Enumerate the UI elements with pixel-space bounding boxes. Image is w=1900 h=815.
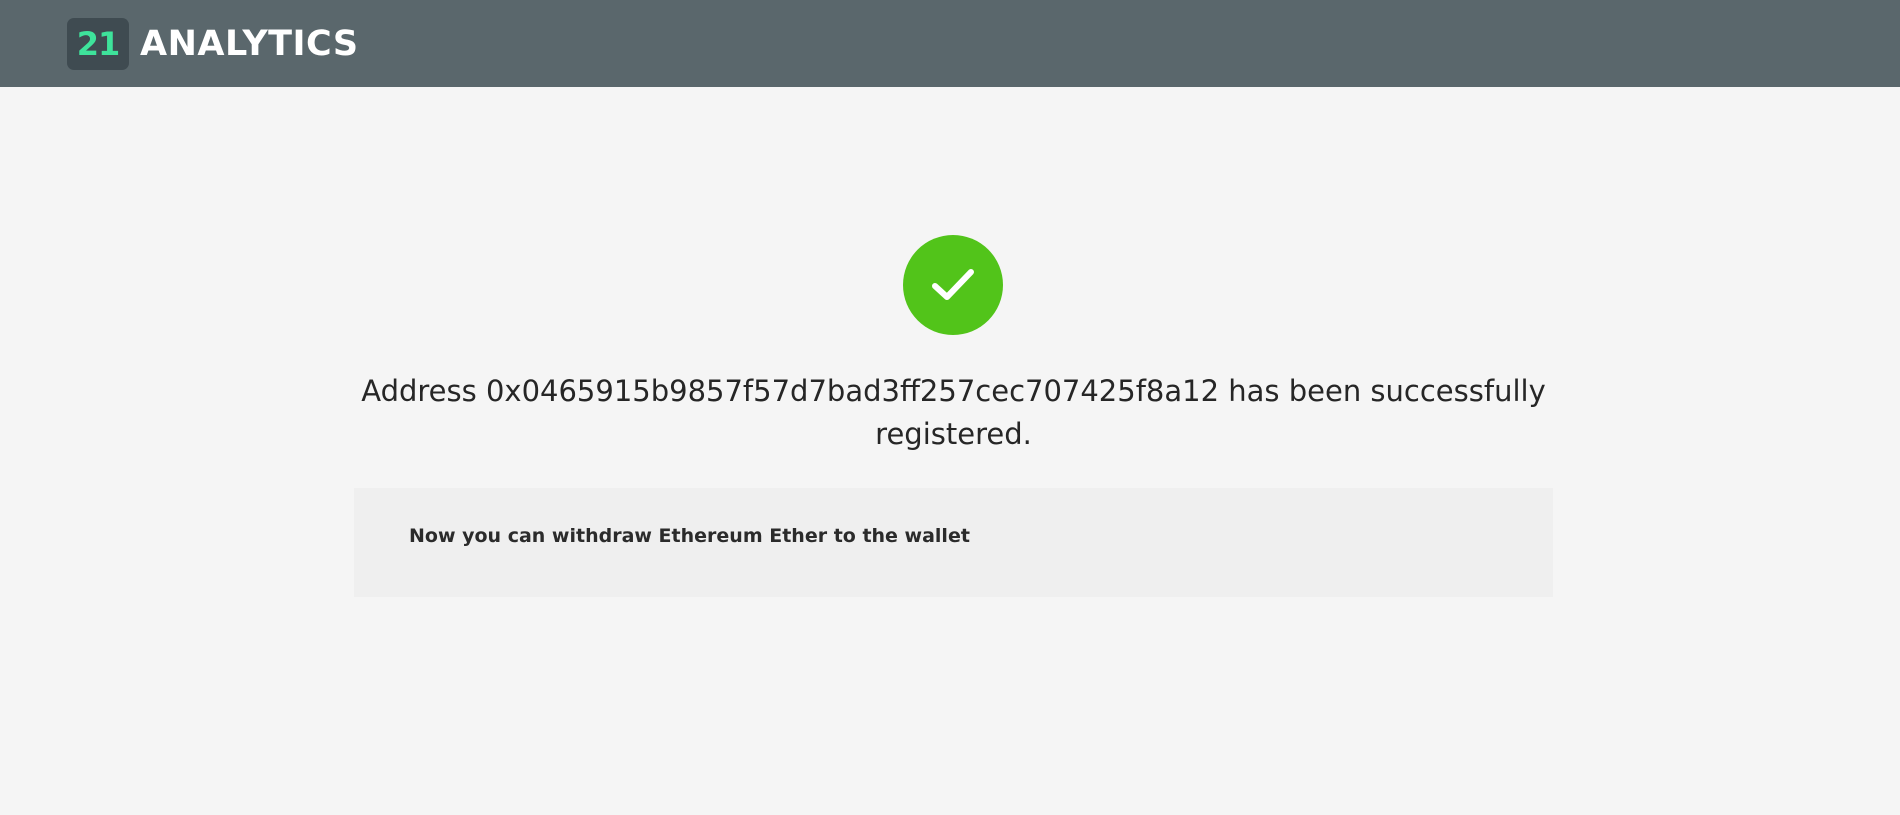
info-box: Now you can withdraw Ethereum Ether to t… xyxy=(354,488,1553,597)
logo-badge: 21 xyxy=(67,17,129,70)
main-content: Address 0x0465915b9857f57d7bad3ff257cec7… xyxy=(0,87,1900,815)
brand-logo-link[interactable]: 21 ANALYTICS xyxy=(67,17,359,70)
top-bar: 21 ANALYTICS xyxy=(0,0,1900,87)
checkmark-glyph xyxy=(932,269,974,300)
brand-name: ANALYTICS xyxy=(140,23,359,64)
info-text: Now you can withdraw Ethereum Ether to t… xyxy=(409,525,970,547)
success-message: Address 0x0465915b9857f57d7bad3ff257cec7… xyxy=(361,374,1546,451)
check-circle-icon xyxy=(903,235,1003,335)
